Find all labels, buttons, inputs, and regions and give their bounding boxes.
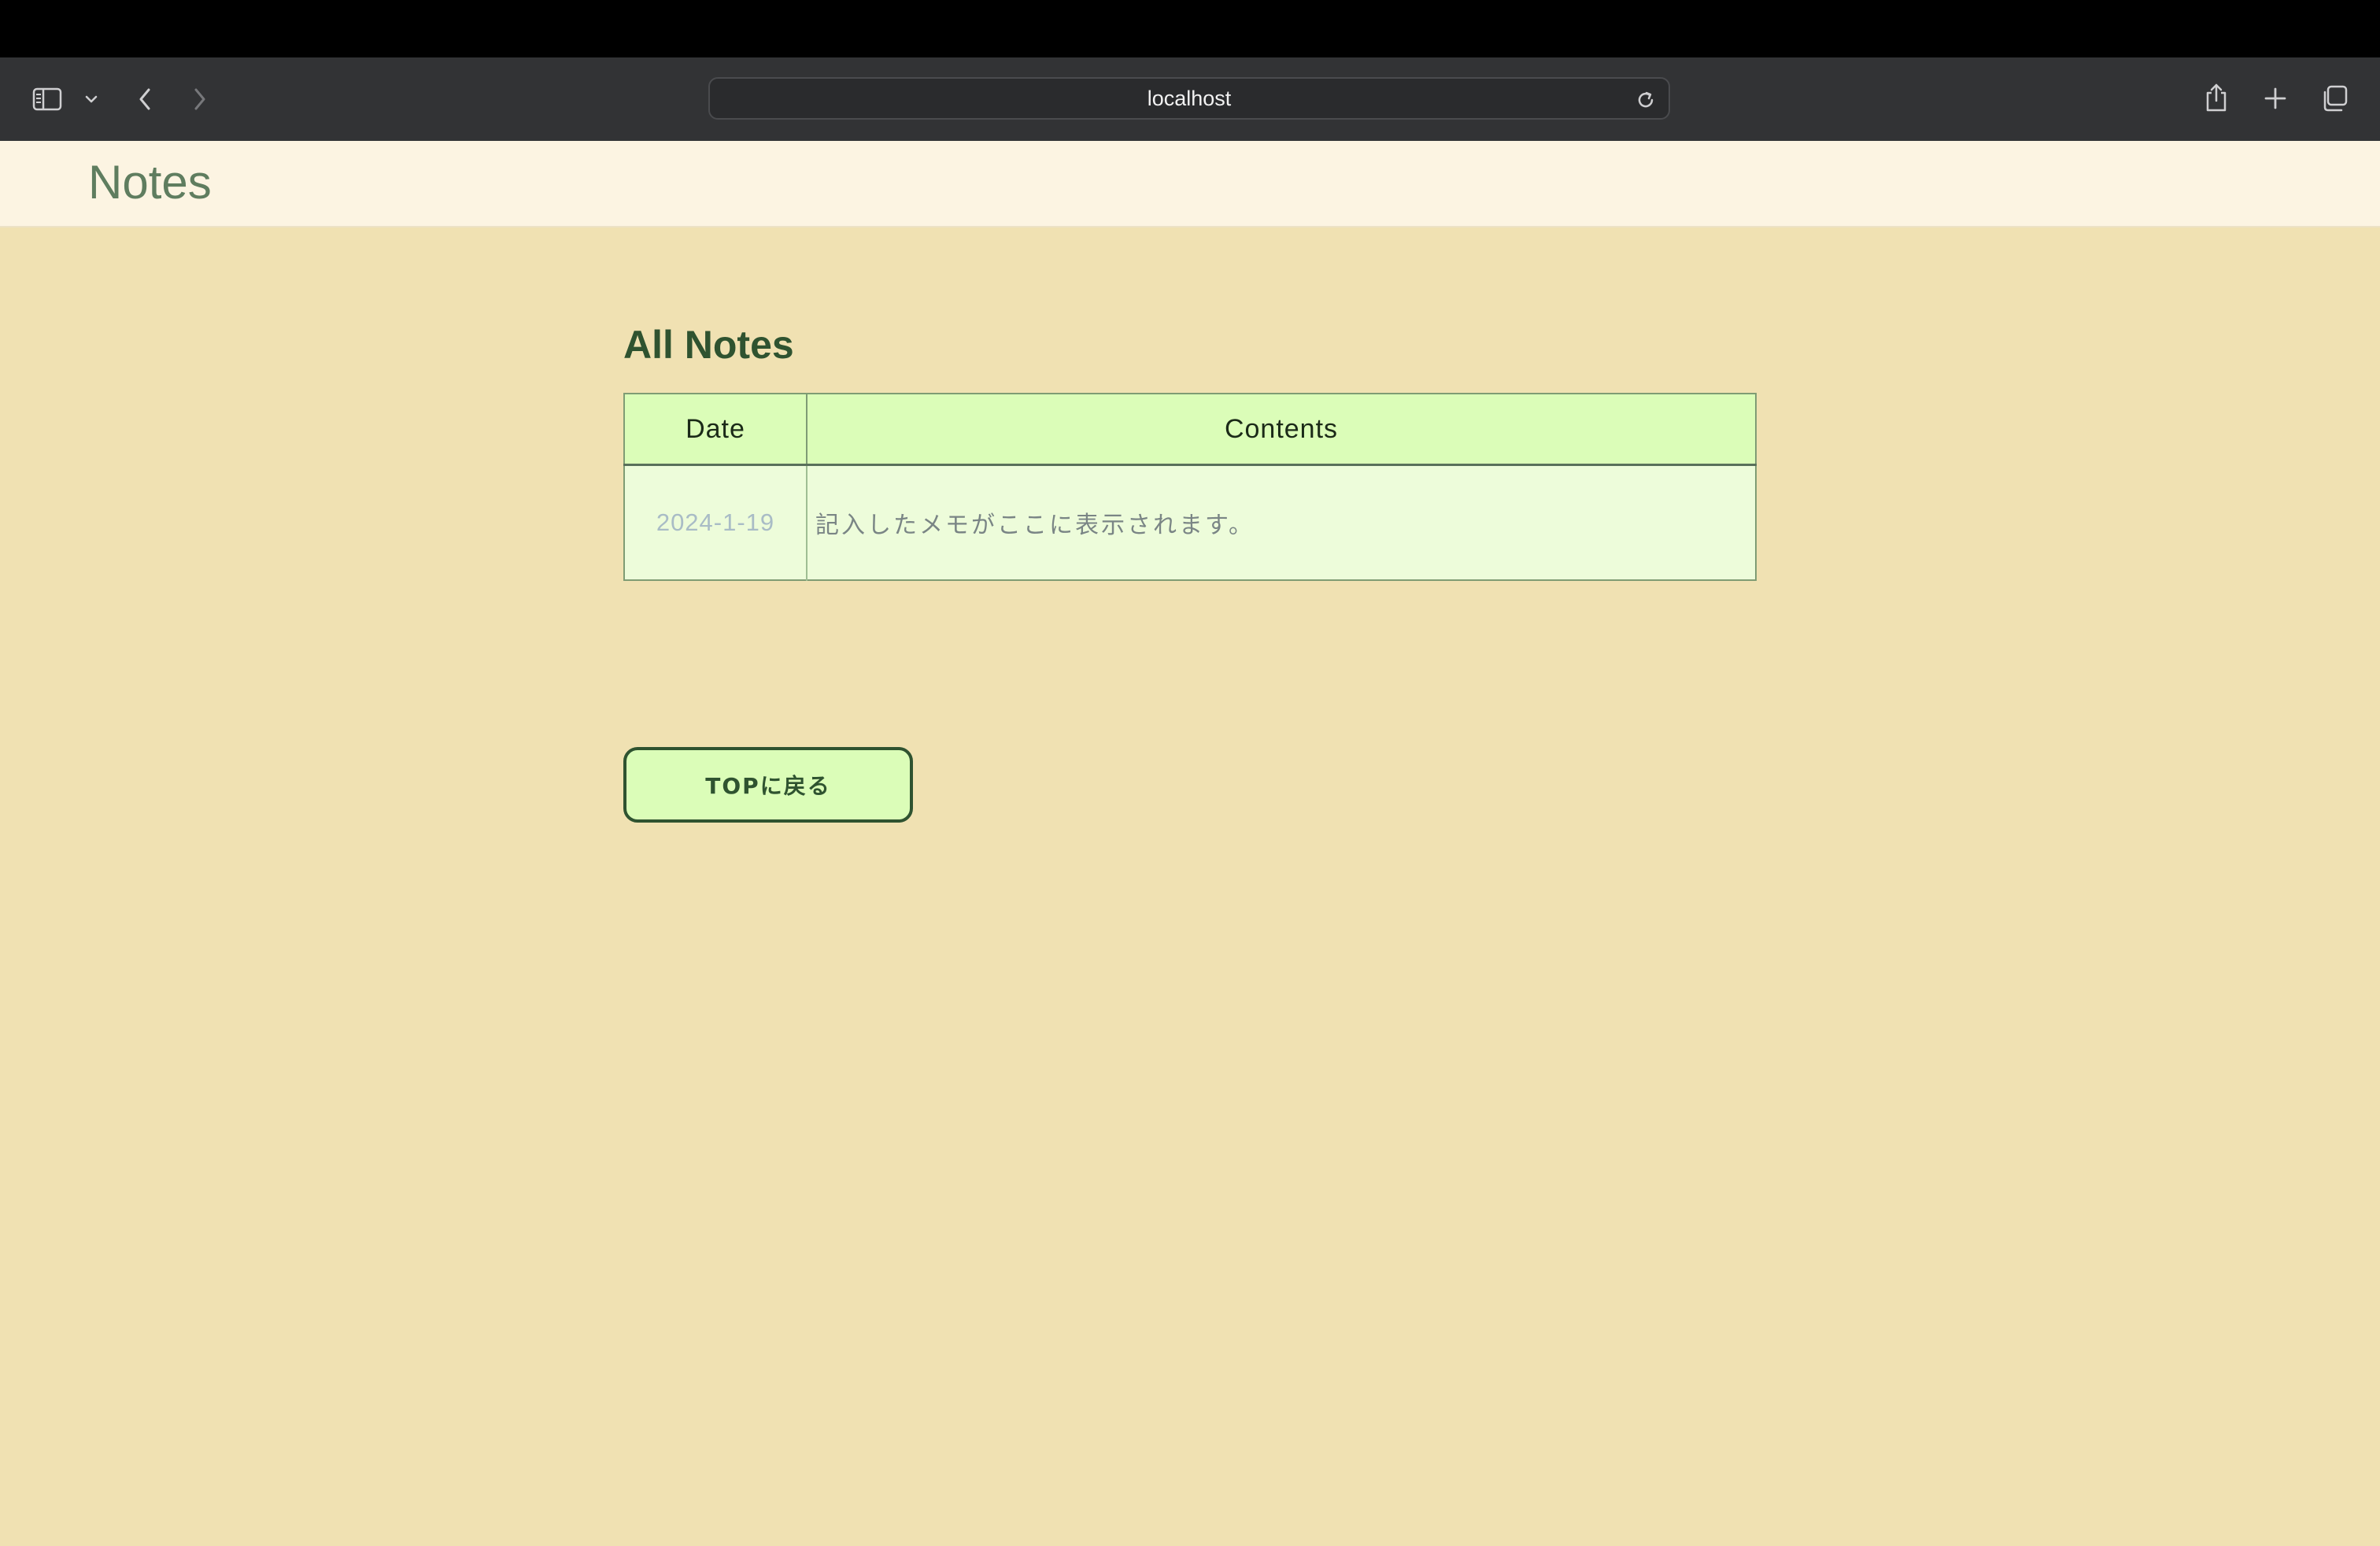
table-row: 2024-1-19 記入したメモがここに表示されます。 bbox=[624, 464, 1756, 580]
menu-bar bbox=[0, 0, 2380, 57]
screen: localhost Notes All Notes Date Contents … bbox=[0, 0, 2380, 1546]
page-content: Notes All Notes Date Contents 2024-1-19 … bbox=[0, 141, 2380, 1546]
back-to-top-button[interactable]: TOPに戻る bbox=[623, 747, 913, 823]
tabs-icon[interactable] bbox=[2319, 83, 2350, 114]
sidebar-icon[interactable] bbox=[30, 83, 65, 115]
browser-toolbar: localhost bbox=[0, 57, 2380, 141]
column-header-date: Date bbox=[624, 394, 808, 466]
page-title: All Notes bbox=[623, 323, 794, 367]
plus-icon[interactable] bbox=[2260, 83, 2290, 113]
site-title[interactable]: Notes bbox=[88, 155, 212, 209]
share-icon[interactable] bbox=[2202, 80, 2230, 116]
address-bar[interactable]: localhost bbox=[708, 77, 1670, 120]
address-text: localhost bbox=[1147, 86, 1232, 110]
notes-table: Date Contents 2024-1-19 記入したメモがここに表示されます… bbox=[623, 393, 1757, 581]
chevron-down-icon[interactable] bbox=[80, 89, 102, 109]
table-header-row: Date Contents bbox=[624, 394, 1756, 466]
notes-section: All Notes Date Contents 2024-1-19 記入したメモ… bbox=[623, 322, 1757, 823]
reload-icon[interactable] bbox=[1634, 88, 1658, 112]
chevron-left-icon[interactable] bbox=[131, 83, 159, 116]
note-contents: 記入したメモがここに表示されます。 bbox=[807, 464, 1756, 580]
site-header: Notes bbox=[0, 141, 2380, 227]
chevron-right-icon[interactable] bbox=[186, 83, 214, 116]
note-date: 2024-1-19 bbox=[624, 464, 808, 580]
column-header-contents: Contents bbox=[807, 394, 1756, 466]
